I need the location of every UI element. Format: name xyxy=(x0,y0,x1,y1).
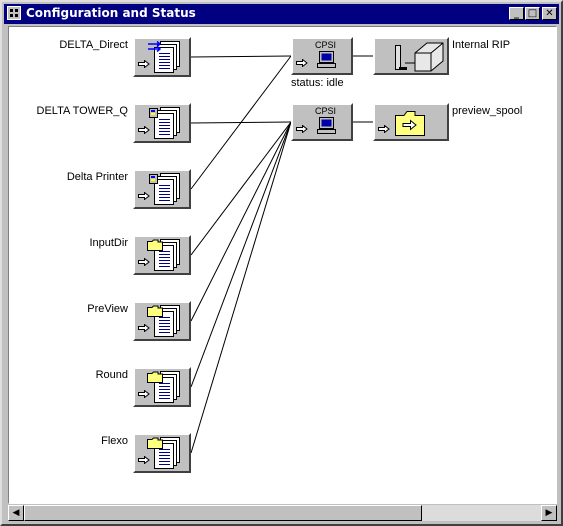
horizontal-scrollbar[interactable]: ◀ ▶ xyxy=(8,505,557,521)
processor-status: status: idle xyxy=(291,77,344,89)
text-line xyxy=(159,197,170,198)
queue-label: Round xyxy=(95,369,128,381)
text-line xyxy=(159,62,170,63)
folder-queue-icon xyxy=(147,368,163,387)
queue-node[interactable] xyxy=(133,367,191,407)
title-bar[interactable]: Configuration and Status _ □ ✕ xyxy=(4,4,559,24)
scroll-left-button[interactable]: ◀ xyxy=(8,505,24,521)
queue-node[interactable] xyxy=(133,37,191,77)
cpsi-processor-node[interactable]: CPSI xyxy=(291,37,353,75)
scroll-right-button[interactable]: ▶ xyxy=(541,505,557,521)
text-line xyxy=(159,326,170,327)
configuration-canvas: DELTA_Direct DELTA TOWER_Q Delta Printer In… xyxy=(8,26,557,504)
text-line xyxy=(159,395,170,396)
printer-queue-icon xyxy=(147,170,163,189)
queue-node[interactable] xyxy=(133,235,191,275)
text-line xyxy=(159,464,170,465)
spool-folder-icon xyxy=(395,110,425,140)
text-line xyxy=(159,134,170,135)
maximize-button[interactable]: □ xyxy=(525,7,540,20)
text-line xyxy=(159,398,170,399)
output-node[interactable] xyxy=(373,103,449,141)
processor-label: CPSI xyxy=(315,106,337,116)
text-line xyxy=(159,260,170,261)
queue-label: InputDir xyxy=(89,237,128,249)
text-line xyxy=(159,461,170,462)
connection-line xyxy=(190,55,292,58)
text-line xyxy=(159,329,170,330)
window-title: Configuration and Status xyxy=(26,6,196,20)
minimize-button[interactable]: _ xyxy=(509,7,524,20)
text-line xyxy=(159,263,170,264)
text-line xyxy=(159,392,170,393)
text-line xyxy=(159,128,170,129)
processor-label: CPSI xyxy=(315,40,337,50)
output-label: Internal RIP xyxy=(452,39,511,51)
text-line xyxy=(159,68,170,69)
connection-line xyxy=(190,121,292,322)
cpsi-processor-node[interactable]: CPSI xyxy=(291,103,353,141)
output-node[interactable] xyxy=(373,37,449,75)
arrow-icon xyxy=(378,118,390,134)
text-line xyxy=(159,332,170,333)
connection-lines xyxy=(190,55,373,454)
text-line xyxy=(159,59,170,60)
folder-queue-icon xyxy=(147,236,163,255)
arrow-icon xyxy=(296,52,308,68)
queue-label: DELTA_Direct xyxy=(59,39,128,51)
text-line xyxy=(159,125,170,126)
text-line xyxy=(159,266,170,267)
queue-label: DELTA TOWER_Q xyxy=(36,105,129,117)
folder-queue-icon xyxy=(147,434,163,453)
text-line xyxy=(159,257,170,258)
computer-icon xyxy=(317,51,337,73)
scroll-thumb[interactable] xyxy=(24,505,422,521)
output-label: preview_spool xyxy=(452,105,523,117)
queue-node[interactable] xyxy=(133,301,191,341)
printer-queue-icon xyxy=(147,104,163,123)
text-line xyxy=(159,65,170,66)
text-line xyxy=(159,131,170,132)
direct-queue-icon xyxy=(147,38,163,57)
queue-node[interactable] xyxy=(133,169,191,209)
computer-icon xyxy=(317,117,337,139)
text-line xyxy=(159,194,170,195)
imagesetter-icon xyxy=(391,41,445,77)
text-line xyxy=(159,455,170,456)
queue-node[interactable] xyxy=(133,433,191,473)
connection-line xyxy=(190,121,292,256)
text-line xyxy=(159,389,170,390)
connection-line xyxy=(190,121,292,454)
queue-label: Delta Printer xyxy=(66,171,128,183)
queue-label: PreView xyxy=(87,303,128,315)
text-line xyxy=(159,191,170,192)
text-line xyxy=(159,458,170,459)
queue-label: Flexo xyxy=(101,435,128,447)
folder-queue-icon xyxy=(147,302,163,321)
configuration-window: Configuration and Status _ □ ✕ DELTA_Dir… xyxy=(0,0,563,526)
text-line xyxy=(159,323,170,324)
close-button[interactable]: ✕ xyxy=(542,7,557,20)
arrow-icon xyxy=(296,118,308,134)
queue-node[interactable] xyxy=(133,103,191,143)
connection-line xyxy=(190,121,292,388)
text-line xyxy=(159,200,170,201)
app-icon[interactable] xyxy=(7,6,21,20)
